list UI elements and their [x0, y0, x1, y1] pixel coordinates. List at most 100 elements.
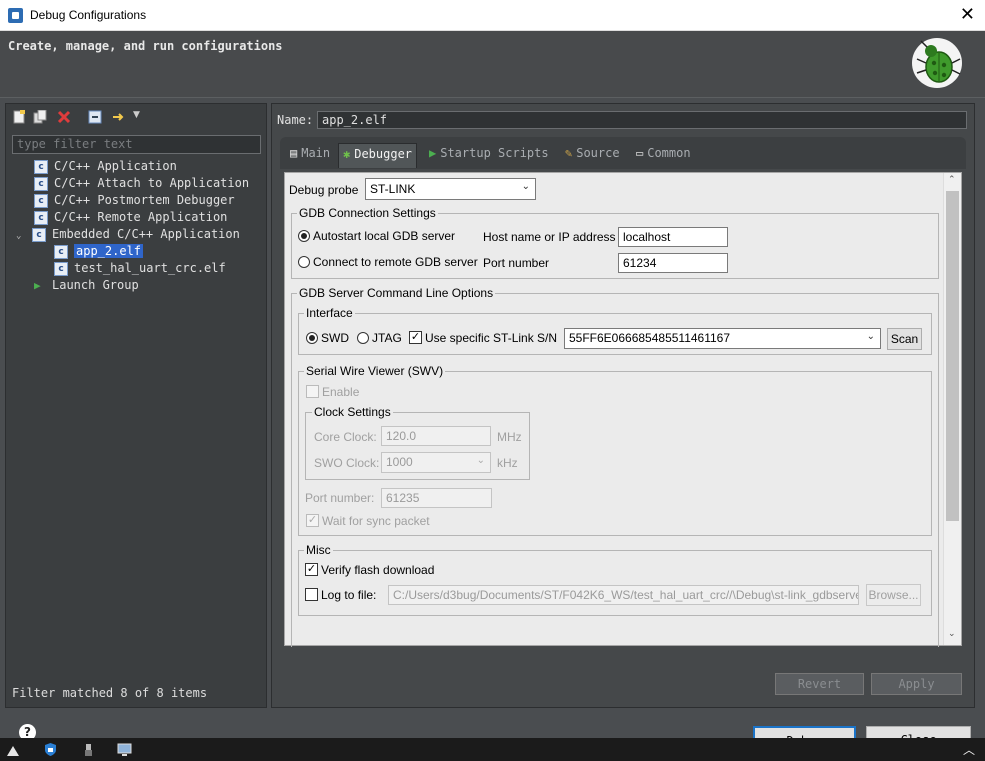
remote-gdb-label: Connect to remote GDB server	[313, 255, 478, 269]
tree-item-embedded-cpp[interactable]: ⌄ c Embedded C/C++ Application	[16, 226, 240, 243]
chevron-down-icon: ⌄	[521, 181, 530, 192]
swv-port-input[interactable]: 61235	[381, 488, 492, 508]
dialog-header: Create, manage, and run configurations	[0, 31, 985, 98]
remote-gdb-radio[interactable]	[298, 256, 310, 268]
core-clock-unit: MHz	[497, 430, 522, 444]
source-icon: ✎	[565, 146, 573, 160]
taskbar-shield-icon[interactable]	[43, 742, 58, 757]
swv-enable-checkbox[interactable]	[306, 385, 319, 398]
filter-status: Filter matched 8 of 8 items	[12, 686, 208, 700]
tab-debugger[interactable]: ✱ Debugger	[338, 143, 418, 168]
configuration-tree: c C/C++ Application c C/C++ Attach to Appl…	[12, 157, 262, 677]
startup-play-icon: ▶	[429, 146, 437, 160]
c-config-icon: c	[34, 159, 48, 174]
expand-chevron-icon[interactable]: ⌄	[16, 228, 32, 245]
wait-sync-checkbox[interactable]: ✓	[306, 514, 319, 527]
browse-button[interactable]: Browse...	[866, 584, 921, 606]
tree-item-test-hal-uart[interactable]: c test_hal_uart_crc.elf	[54, 260, 226, 277]
c-config-icon: c	[32, 227, 46, 242]
tree-item-launch-group[interactable]: ▶ Launch Group	[34, 277, 139, 294]
verify-flash-checkbox[interactable]: ✓	[305, 563, 318, 576]
taskbar-usb-icon[interactable]	[81, 742, 96, 757]
core-clock-label: Core Clock:	[314, 430, 377, 444]
filter-configurations-icon[interactable]	[112, 110, 126, 124]
apply-button[interactable]: Apply	[871, 673, 962, 695]
stlink-sn-select[interactable]: 55FF6E066685485511461167 ⌄	[564, 328, 881, 349]
window-title: Debug Configurations	[30, 8, 147, 22]
name-label: Name:	[277, 113, 314, 127]
header-description: Create, manage, and run configurations	[8, 39, 283, 53]
tree-item-label: C/C++ Remote Application	[54, 210, 228, 224]
tab-main[interactable]: ▤ Main	[286, 143, 334, 167]
view-menu-chevron-icon[interactable]: ▼	[133, 110, 140, 120]
tree-item-app2-elf[interactable]: c app_2.elf	[54, 243, 144, 260]
misc-title: Misc	[304, 543, 333, 557]
use-sn-label: Use specific ST-Link S/N	[425, 331, 558, 345]
scroll-down-icon[interactable]: ⌄	[948, 629, 956, 639]
tab-common[interactable]: ▭ Common	[632, 143, 695, 167]
misc-group	[298, 550, 932, 616]
log-path-input[interactable]: C:/Users/d3bug/Documents/ST/F042K6_WS/te…	[388, 585, 859, 605]
port-input[interactable]: 61234	[618, 253, 728, 273]
filter-input[interactable]: type filter text	[12, 135, 261, 154]
tree-item-label: app_2.elf	[74, 244, 144, 258]
interface-title: Interface	[304, 306, 355, 320]
host-label: Host name or IP address	[483, 230, 616, 244]
port-label: Port number	[483, 256, 550, 270]
scroll-up-icon[interactable]: ⌃	[948, 175, 956, 185]
use-sn-checkbox[interactable]: ✓	[409, 331, 422, 344]
debugger-bug-icon: ✱	[343, 147, 351, 161]
delete-configuration-icon[interactable]	[57, 110, 71, 124]
new-configuration-icon[interactable]	[12, 110, 26, 124]
debugger-tab-content: Debug probe ST-LINK ⌄ GDB Connection Sett…	[284, 172, 962, 647]
close-window-icon[interactable]: ✕	[960, 4, 975, 25]
swd-radio[interactable]	[306, 332, 318, 344]
core-clock-input[interactable]: 120.0	[381, 426, 491, 446]
launch-group-icon: ▶	[34, 279, 41, 292]
duplicate-configuration-icon[interactable]	[33, 110, 47, 124]
autostart-radio[interactable]	[298, 230, 310, 242]
host-input[interactable]: localhost	[618, 227, 728, 247]
autostart-label: Autostart local GDB server	[313, 229, 456, 243]
revert-button[interactable]: Revert	[775, 673, 864, 695]
c-config-icon: c	[54, 244, 68, 259]
clock-settings-title: Clock Settings	[312, 405, 393, 419]
tree-item-cpp-remote[interactable]: c C/C++ Remote Application	[34, 209, 227, 226]
scan-button[interactable]: Scan	[887, 328, 922, 350]
c-config-icon: c	[34, 193, 48, 208]
tab-source[interactable]: ✎ Source	[561, 143, 624, 167]
collapse-all-icon[interactable]	[88, 110, 102, 124]
taskbar-mountain-icon[interactable]	[6, 742, 21, 757]
swd-label: SWD	[321, 331, 349, 345]
tree-item-cpp-attach[interactable]: c C/C++ Attach to Application	[34, 175, 249, 192]
content-scrollbar[interactable]: ⌃ ⌄	[943, 173, 961, 645]
log-to-file-checkbox[interactable]	[305, 588, 318, 601]
name-input[interactable]: app_2.elf	[317, 111, 967, 129]
taskbar: ︿	[0, 738, 985, 761]
tree-item-cpp-postmortem[interactable]: c C/C++ Postmortem Debugger	[34, 192, 235, 209]
gdb-connection-group	[291, 213, 939, 279]
tree-item-label: Launch Group	[52, 278, 139, 292]
taskbar-network-icon[interactable]	[117, 742, 132, 757]
swo-clock-unit: kHz	[497, 456, 518, 470]
show-hidden-icons-chevron-icon[interactable]: ︿	[963, 741, 975, 758]
c-config-icon: c	[54, 261, 68, 276]
app-icon	[8, 8, 23, 23]
tree-item-label: C/C++ Postmortem Debugger	[54, 193, 235, 207]
main-tab-icon: ▤	[290, 146, 298, 160]
log-to-file-label: Log to file:	[321, 588, 377, 602]
tree-item-cpp-application[interactable]: c C/C++ Application	[34, 158, 177, 175]
swo-clock-label: SWO Clock:	[314, 456, 380, 470]
tree-item-label: Embedded C/C++ Application	[52, 227, 240, 241]
verify-flash-label: Verify flash download	[321, 563, 435, 577]
jtag-radio[interactable]	[357, 332, 369, 344]
swv-port-label: Port number:	[305, 491, 375, 505]
c-config-icon: c	[34, 210, 48, 225]
common-icon: ▭	[636, 146, 644, 160]
c-config-icon: c	[34, 176, 48, 191]
jtag-label: JTAG	[372, 331, 402, 345]
debug-probe-select[interactable]: ST-LINK ⌄	[365, 178, 536, 200]
tab-startup-scripts[interactable]: ▶ Startup Scripts	[425, 143, 553, 167]
swo-clock-select[interactable]: 1000 ⌄	[381, 452, 491, 473]
scrollbar-thumb[interactable]	[946, 191, 959, 521]
